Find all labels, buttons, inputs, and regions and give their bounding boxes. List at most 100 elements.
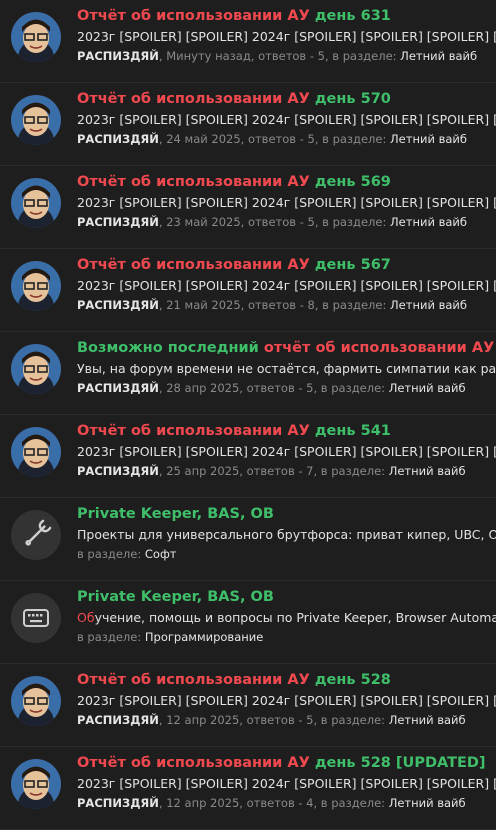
forum-meta: в разделе: Софт	[77, 547, 177, 562]
thread-title-main[interactable]: Отчёт об использовании АУ	[77, 755, 310, 771]
thread-title-day[interactable]: день 567	[315, 257, 391, 273]
thread-row[interactable]: Отчёт об использовании АУ день 570 2023г…	[0, 83, 496, 166]
thread-title[interactable]: Отчёт об использовании АУ день 631	[77, 7, 391, 25]
thread-snippet: 2023г [SPOILER] [SPOILER] 2024г [SPOILER…	[77, 195, 496, 210]
thread-title-day[interactable]: день 541	[315, 423, 391, 439]
thread-title-main[interactable]: Отчёт об использовании АУ	[77, 91, 310, 107]
section-link[interactable]: Летний вайб	[389, 796, 466, 810]
thread-title[interactable]: Отчёт об использовании АУ день 541	[77, 422, 391, 440]
forum-snippet: Обучение, помощь и вопросы по Private Ke…	[77, 610, 496, 626]
keyboard-icon	[23, 609, 49, 627]
thread-title[interactable]: Отчёт об использовании АУ день 528	[77, 671, 391, 689]
thread-snippet: 2023г [SPOILER] [SPOILER] 2024г [SPOILER…	[77, 776, 496, 791]
thread-snippet: Увы, на форум времени не остаётся, фарми…	[77, 361, 496, 376]
section-link[interactable]: Летний вайб	[389, 464, 466, 478]
forum-row[interactable]: Private Keeper, BAS, OB Проекты для унив…	[0, 498, 496, 581]
thread-meta: РАСПИЗДЯЙ, 23 май 2025, ответов - 5, в р…	[77, 215, 467, 230]
section-link[interactable]: Летний вайб	[390, 132, 467, 146]
thread-row[interactable]: Отчёт об использовании АУ день 528 2023г…	[0, 664, 496, 747]
thread-title[interactable]: Отчёт об использовании АУ день 570	[77, 90, 391, 108]
thread-snippet: 2023г [SPOILER] [SPOILER] 2024г [SPOILER…	[77, 29, 496, 44]
author-link[interactable]: РАСПИЗДЯЙ	[77, 298, 159, 312]
user-avatar[interactable]	[11, 95, 61, 145]
user-avatar[interactable]	[11, 261, 61, 311]
thread-row[interactable]: Отчёт об использовании АУ день 528 [UPDA…	[0, 747, 496, 830]
section-link[interactable]: Летний вайб	[389, 381, 466, 395]
thread-row[interactable]: Отчёт об использовании АУ день 631 2023г…	[0, 0, 496, 83]
snippet-text: учение, помощь и вопросы по Private Keep…	[94, 610, 496, 625]
thread-title-main[interactable]: Отчёт об использовании АУ	[77, 174, 310, 190]
forum-row[interactable]: Private Keeper, BAS, OB Обучение, помощь…	[0, 581, 496, 664]
thread-title[interactable]: Возможно последний отчёт об использовани…	[77, 339, 494, 357]
forum-meta: в разделе: Программирование	[77, 630, 263, 645]
user-avatar[interactable]	[11, 759, 61, 809]
user-avatar[interactable]	[11, 178, 61, 228]
author-link[interactable]: РАСПИЗДЯЙ	[77, 464, 159, 478]
thread-meta: РАСПИЗДЯЙ, 12 апр 2025, ответов - 4, в р…	[77, 796, 466, 811]
thread-title-day[interactable]: день 528 [UPDATED]	[315, 755, 486, 771]
thread-meta: РАСПИЗДЯЙ, 25 апр 2025, ответов - 7, в р…	[77, 464, 466, 479]
thread-row[interactable]: Отчёт об использовании АУ день 567 2023г…	[0, 249, 496, 332]
meta-text: в разделе:	[77, 630, 145, 644]
author-link[interactable]: РАСПИЗДЯЙ	[77, 132, 159, 146]
user-avatar[interactable]	[11, 12, 61, 62]
meta-text: , 21 май 2025, ответов - 8, в разделе:	[158, 298, 391, 312]
forum-title-text[interactable]: Private Keeper, BAS, OB	[77, 506, 274, 522]
section-link[interactable]: Программирование	[145, 630, 263, 644]
wrench-icon	[25, 519, 52, 546]
thread-title[interactable]: Отчёт об использовании АУ день 528 [UPDA…	[77, 754, 486, 772]
meta-text: , 28 апр 2025, ответов - 5, в разделе:	[158, 381, 389, 395]
meta-text: в разделе:	[77, 547, 145, 561]
thread-title-main[interactable]: Отчёт об использовании АУ	[77, 423, 310, 439]
thread-title[interactable]: Отчёт об использовании АУ день 567	[77, 256, 391, 274]
user-avatar[interactable]	[11, 427, 61, 477]
snippet-highlight: Об	[77, 610, 95, 625]
forum-title[interactable]: Private Keeper, BAS, OB	[77, 588, 274, 606]
thread-meta: РАСПИЗДЯЙ, 21 май 2025, ответов - 8, в р…	[77, 298, 467, 313]
forum-title[interactable]: Private Keeper, BAS, OB	[77, 505, 274, 523]
user-avatar[interactable]	[11, 676, 61, 726]
author-link[interactable]: РАСПИЗДЯЙ	[77, 796, 159, 810]
thread-title-day[interactable]: день 631	[315, 8, 391, 24]
meta-text: , 24 май 2025, ответов - 5, в разделе:	[158, 132, 391, 146]
section-link[interactable]: Летний вайб	[389, 713, 466, 727]
thread-title-main[interactable]: отчёт об использовании АУ	[264, 340, 494, 356]
forum-icon-circle	[11, 510, 61, 560]
thread-meta: РАСПИЗДЯЙ, 24 май 2025, ответов - 5, в р…	[77, 132, 467, 147]
meta-text: , 12 апр 2025, ответов - 5, в разделе:	[158, 713, 389, 727]
author-link[interactable]: РАСПИЗДЯЙ	[77, 381, 159, 395]
user-avatar[interactable]	[11, 344, 61, 394]
thread-title-day[interactable]: день 528	[315, 672, 391, 688]
thread-title[interactable]: Отчёт об использовании АУ день 569	[77, 173, 391, 191]
thread-title-prefix[interactable]: Возможно последний	[77, 340, 259, 356]
thread-list: Отчёт об использовании АУ день 631 2023г…	[0, 0, 496, 830]
author-link[interactable]: РАСПИЗДЯЙ	[77, 215, 159, 229]
thread-row[interactable]: Отчёт об использовании АУ день 541 2023г…	[0, 415, 496, 498]
thread-title-main[interactable]: Отчёт об использовании АУ	[77, 672, 310, 688]
thread-title-main[interactable]: Отчёт об использовании АУ	[77, 8, 310, 24]
thread-snippet: 2023г [SPOILER] [SPOILER] 2024г [SPOILER…	[77, 278, 496, 293]
thread-row[interactable]: Отчёт об использовании АУ день 569 2023г…	[0, 166, 496, 249]
thread-title-day[interactable]: день 570	[315, 91, 391, 107]
author-link[interactable]: РАСПИЗДЯЙ	[77, 713, 159, 727]
thread-title-day[interactable]: день 569	[315, 174, 391, 190]
thread-snippet: 2023г [SPOILER] [SPOILER] 2024г [SPOILER…	[77, 693, 496, 708]
section-link[interactable]: Летний вайб	[390, 215, 467, 229]
author-link[interactable]: РАСПИЗДЯЙ	[77, 49, 159, 63]
thread-snippet: 2023г [SPOILER] [SPOILER] 2024г [SPOILER…	[77, 444, 496, 459]
thread-meta: РАСПИЗДЯЙ, 12 апр 2025, ответов - 5, в р…	[77, 713, 466, 728]
meta-text: , Минуту назад, ответов - 5, в разделе:	[158, 49, 401, 63]
thread-row[interactable]: Возможно последний отчёт об использовани…	[0, 332, 496, 415]
meta-text: , 25 апр 2025, ответов - 7, в разделе:	[158, 464, 389, 478]
forum-snippet: Проекты для универсального брутфорса: пр…	[77, 527, 496, 542]
forum-title-text[interactable]: Private Keeper, BAS, OB	[77, 589, 274, 605]
thread-meta: РАСПИЗДЯЙ, 28 апр 2025, ответов - 5, в р…	[77, 381, 466, 396]
forum-icon-circle	[11, 593, 61, 643]
thread-meta: РАСПИЗДЯЙ, Минуту назад, ответов - 5, в …	[77, 49, 477, 64]
meta-text: , 23 май 2025, ответов - 5, в разделе:	[158, 215, 391, 229]
section-link[interactable]: Софт	[145, 547, 177, 561]
thread-snippet: 2023г [SPOILER] [SPOILER] 2024г [SPOILER…	[77, 112, 496, 127]
section-link[interactable]: Летний вайб	[390, 298, 467, 312]
thread-title-main[interactable]: Отчёт об использовании АУ	[77, 257, 310, 273]
section-link[interactable]: Летний вайб	[400, 49, 477, 63]
